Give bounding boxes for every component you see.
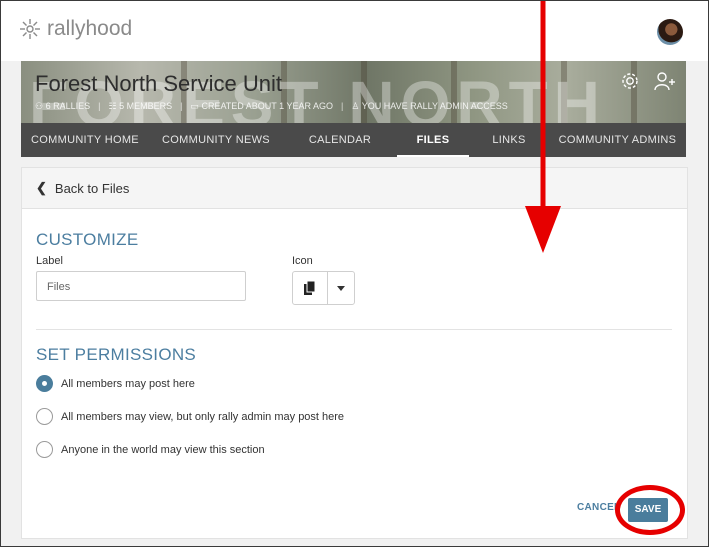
annotation-arrow-icon	[525, 1, 561, 253]
annotation-highlight-circle	[615, 485, 685, 535]
app-frame: rallyhood FOREST NORTH Forest North Serv…	[0, 0, 709, 547]
